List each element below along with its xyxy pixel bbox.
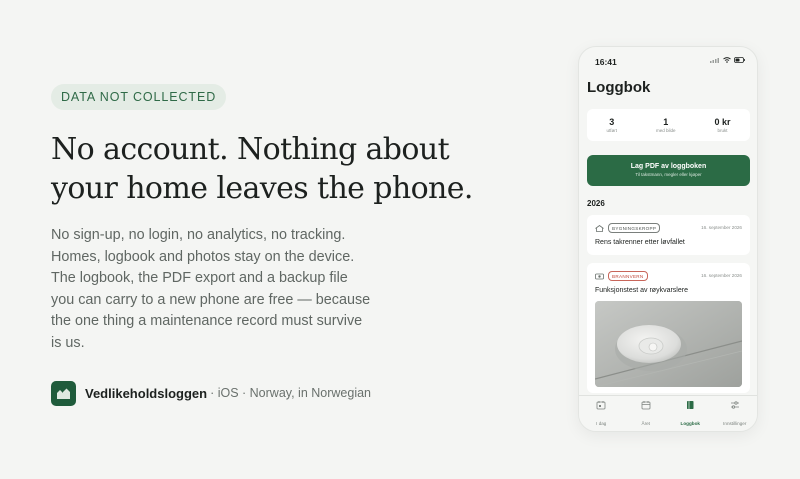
house-icon	[57, 388, 70, 399]
entry-date: 16. september 2026	[701, 273, 742, 278]
stat-value: 0 kr	[714, 117, 731, 127]
headline-line-2: your home leaves the phone.	[51, 171, 473, 206]
tab-label: Året	[641, 420, 650, 426]
tab-year[interactable]: Året	[626, 400, 666, 430]
stat-completed: 3 utført	[606, 117, 617, 133]
stat-label: med bilde	[655, 128, 676, 133]
headline: No account. Nothing about your home leav…	[51, 130, 521, 208]
page-title: Loggbok	[587, 79, 651, 96]
category-tag: BRANNVERN	[608, 271, 648, 281]
tab-logbook[interactable]: Loggbok	[670, 400, 710, 430]
calendar-today-icon	[596, 400, 606, 409]
signal-icon	[710, 57, 719, 63]
tab-label: I dag	[596, 420, 607, 426]
status-time: 16:41	[595, 57, 617, 67]
pdf-button-title: Lag PDF av loggboken	[630, 163, 707, 170]
tab-today[interactable]: I dag	[581, 400, 621, 430]
app-info: Vedlikeholdsloggen · iOS · Norway, in No…	[51, 380, 521, 406]
battery-icon	[734, 57, 745, 63]
stat-value: 1	[663, 117, 669, 127]
house-outline-icon	[595, 224, 604, 232]
body-paragraph: No sign-up, no login, no analytics, no t…	[51, 227, 371, 351]
calendar-icon	[641, 400, 651, 409]
hero-section: DATA NOT COLLECTED No account. Nothing a…	[51, 84, 521, 406]
tab-label: Loggbok	[680, 420, 700, 426]
app-icon[interactable]	[51, 380, 76, 406]
log-entry[interactable]: BRANNVERN 16. september 2026 Funksjonste…	[587, 263, 750, 393]
tab-label: Innstillinger	[723, 420, 747, 426]
stat-label: brukt	[717, 128, 728, 133]
stats-card: 3 utført 1 med bilde 0 kr brukt	[587, 109, 750, 141]
entry-header: BRANNVERN	[595, 271, 648, 281]
data-not-collected-badge: DATA NOT COLLECTED	[51, 84, 227, 110]
smoke-alarm-icon	[595, 273, 604, 279]
pdf-button-subtitle: Til takstmann, megler eller kjøper	[635, 172, 702, 177]
log-entry[interactable]: BYGNINGSKROPP 16. september 2026 Rens ta…	[587, 215, 750, 255]
entry-header: BYGNINGSKROPP	[595, 223, 661, 233]
status-icons	[710, 57, 745, 63]
entry-photo[interactable]	[595, 301, 742, 387]
book-icon	[687, 400, 694, 409]
tab-bar: I dag Året Loggbok Innstillinger	[579, 395, 757, 431]
headline-line-1: No account. Nothing about	[51, 132, 450, 167]
app-meta: · iOS · Norway, in Norwegian	[210, 386, 372, 401]
tab-settings[interactable]: Innstillinger	[715, 400, 755, 430]
app-name: Vedlikeholdsloggen	[85, 385, 208, 401]
stat-with-photo: 1 med bilde	[656, 117, 676, 133]
stat-value: 3	[609, 117, 615, 127]
stat-spent: 0 kr brukt	[714, 117, 730, 133]
create-pdf-button[interactable]: Lag PDF av loggboken Til takstmann, megl…	[587, 155, 750, 186]
entry-title: Funksjonstest av røykvarslere	[595, 287, 688, 294]
wifi-icon	[723, 57, 731, 63]
year-heading: 2026	[587, 199, 605, 208]
phone-mockup: 16:41 Loggbok 3 utført 1 med bilde 0 kr	[578, 46, 758, 432]
entry-title: Rens takrenner etter løvfallet	[595, 239, 685, 246]
smoke-detector-photo	[595, 301, 742, 387]
stat-label: utført	[606, 128, 617, 133]
sliders-icon	[730, 400, 739, 409]
entry-date: 16. september 2026	[701, 225, 742, 230]
category-tag: BYGNINGSKROPP	[608, 223, 661, 233]
